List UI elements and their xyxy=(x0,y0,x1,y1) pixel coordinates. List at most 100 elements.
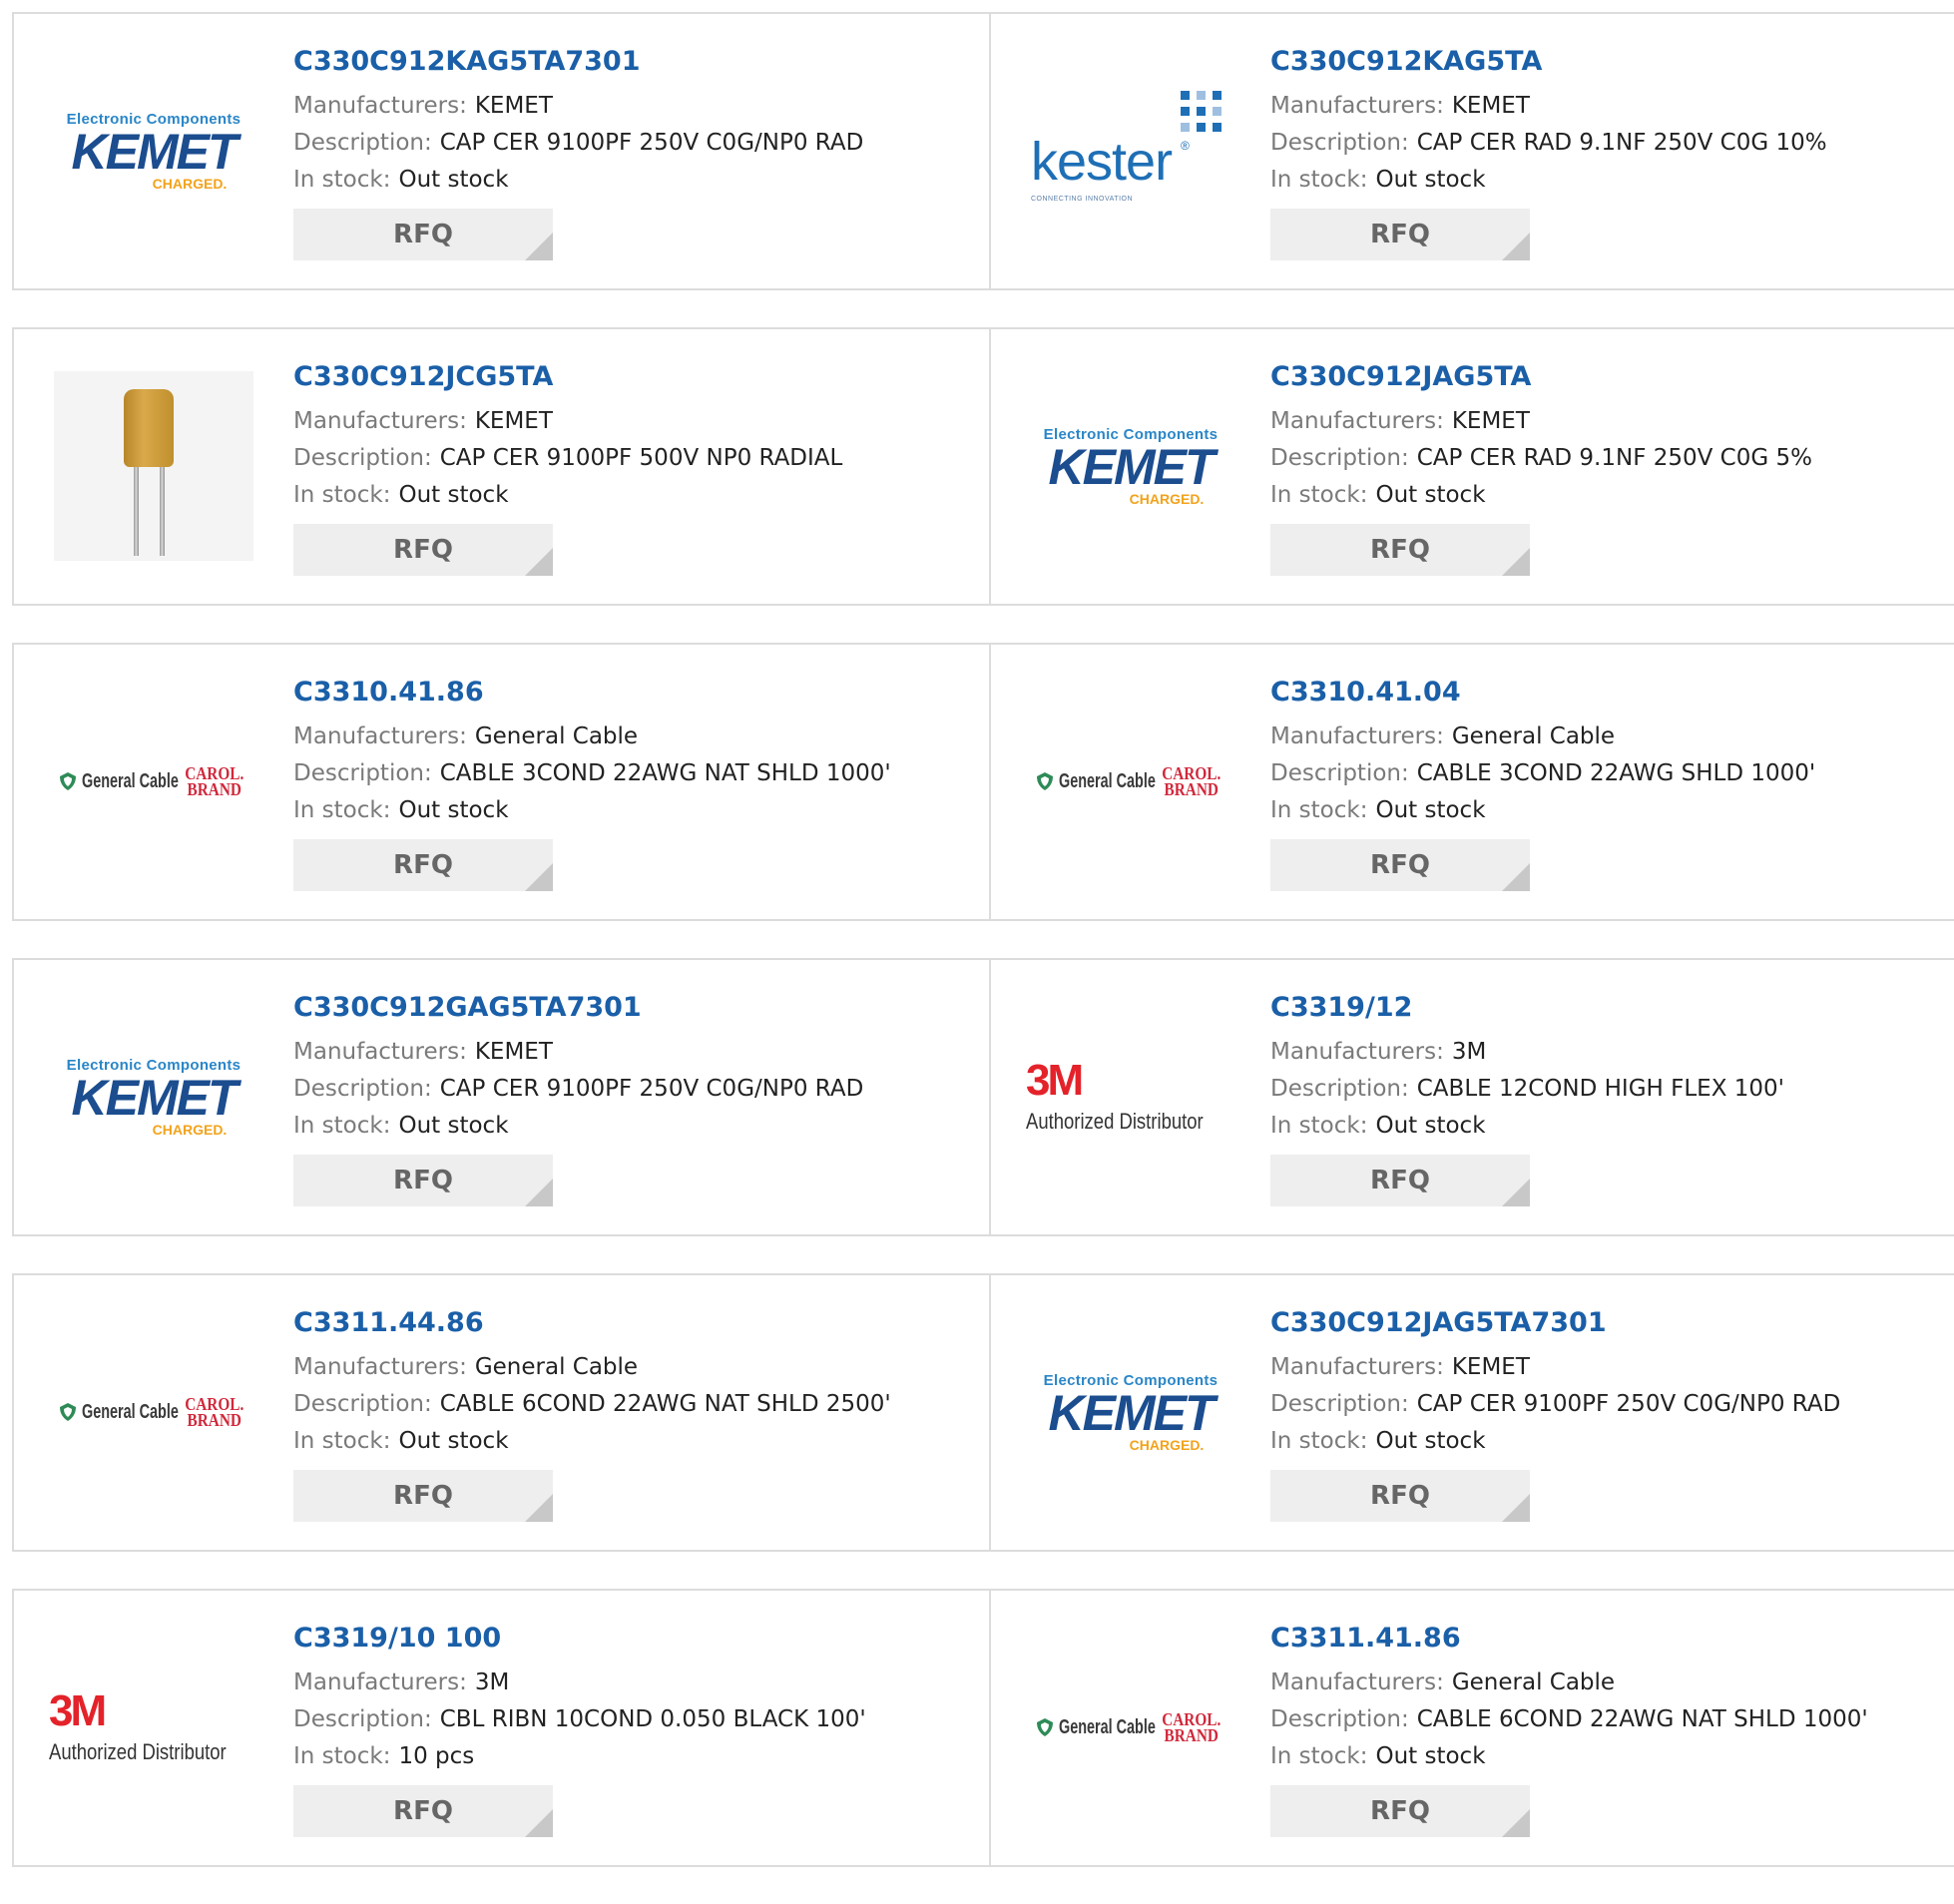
rfq-button[interactable]: RFQ xyxy=(1270,1470,1530,1522)
3m-wordmark: 3M xyxy=(1026,1056,1084,1105)
part-number-link[interactable]: C3310.41.04 xyxy=(1270,675,1815,711)
product-card: Electronic Components KEMET CHARGED. C33… xyxy=(989,1275,1954,1550)
stock-value: Out stock xyxy=(398,1428,509,1454)
rfq-button[interactable]: RFQ xyxy=(1270,839,1530,891)
general-cable-shield-icon xyxy=(60,772,77,790)
part-number-link[interactable]: C3319/10 100 xyxy=(293,1621,866,1657)
description-label: Description: xyxy=(293,1391,432,1417)
product-card: Electronic Components KEMET CHARGED. C33… xyxy=(14,14,989,288)
in-stock-label: In stock: xyxy=(293,797,391,823)
rfq-button[interactable]: RFQ xyxy=(293,1785,553,1837)
general-cable-shield-icon xyxy=(60,1403,77,1421)
stock-value: Out stock xyxy=(398,167,509,193)
rfq-label: RFQ xyxy=(393,1796,453,1826)
kemet-wordmark: KEMET xyxy=(1048,438,1216,495)
general-cable-logo: General Cable CAROL. BRAND xyxy=(1026,1633,1235,1822)
description-value: CAP CER 9100PF 250V C0G/NP0 RAD xyxy=(439,130,864,156)
rfq-label: RFQ xyxy=(1370,850,1430,880)
general-cable-logo: General Cable CAROL. BRAND xyxy=(49,1317,258,1507)
corner-triangle-icon xyxy=(525,1494,553,1522)
description-label: Description: xyxy=(1270,445,1409,471)
rfq-button[interactable]: RFQ xyxy=(293,839,553,891)
manufacturers-label: Manufacturers: xyxy=(1270,1669,1444,1695)
description-label: Description: xyxy=(1270,1391,1409,1417)
rfq-label: RFQ xyxy=(393,1481,453,1511)
product-card: General Cable CAROL. BRAND C3311.41.86 Ma… xyxy=(989,1591,1954,1865)
part-number-link[interactable]: C330C912JCG5TA xyxy=(293,359,842,395)
manufacturers-label: Manufacturers: xyxy=(293,1354,467,1380)
rfq-button[interactable]: RFQ xyxy=(1270,209,1530,260)
rfq-label: RFQ xyxy=(1370,1481,1430,1511)
in-stock-label: In stock: xyxy=(1270,482,1368,508)
corner-triangle-icon xyxy=(525,863,553,891)
rfq-label: RFQ xyxy=(1370,1796,1430,1826)
manufacturers-label: Manufacturers: xyxy=(1270,1039,1444,1065)
authorized-distributor-text: Authorized Distributor xyxy=(49,1739,227,1764)
product-row: Electronic Components KEMET CHARGED. C33… xyxy=(12,12,1954,290)
corner-triangle-icon xyxy=(525,1809,553,1837)
corner-triangle-icon xyxy=(525,233,553,260)
capacitor-photo xyxy=(49,371,258,561)
description-label: Description: xyxy=(293,445,432,471)
part-number-link[interactable]: C330C912KAG5TA xyxy=(1270,44,1827,80)
description-value: CAP CER 9100PF 250V C0G/NP0 RAD xyxy=(439,1076,864,1102)
product-card: kester ® CONNECTING INNOVATION C330C912K… xyxy=(989,14,1954,288)
stock-value: Out stock xyxy=(398,797,509,823)
in-stock-label: In stock: xyxy=(293,1113,391,1139)
manufacturer-value: General Cable xyxy=(474,1354,639,1380)
corner-triangle-icon xyxy=(1502,863,1530,891)
description-value: CBL RIBN 10COND 0.050 BLACK 100' xyxy=(439,1706,866,1732)
part-number-link[interactable]: C330C912JAG5TA7301 xyxy=(1270,1305,1840,1341)
part-number-link[interactable]: C330C912KAG5TA7301 xyxy=(293,44,863,80)
rfq-button[interactable]: RFQ xyxy=(1270,1785,1530,1837)
general-cable-wordmark: General Cable xyxy=(1059,1715,1157,1738)
kemet-logo: Electronic Components KEMET CHARGED. xyxy=(49,1002,258,1191)
authorized-distributor-text: Authorized Distributor xyxy=(1026,1109,1204,1134)
product-row: 3M Authorized Distributor C3319/10 100 M… xyxy=(12,1589,1954,1867)
part-number-link[interactable]: C330C912GAG5TA7301 xyxy=(293,990,863,1026)
rfq-button[interactable]: RFQ xyxy=(293,524,553,576)
part-number-link[interactable]: C3310.41.86 xyxy=(293,675,891,711)
product-card: 3M Authorized Distributor C3319/12 Manuf… xyxy=(989,960,1954,1234)
3m-logo: 3M Authorized Distributor xyxy=(49,1633,258,1822)
kemet-wordmark: KEMET xyxy=(71,1069,239,1126)
rfq-button[interactable]: RFQ xyxy=(1270,1155,1530,1206)
rfq-button[interactable]: RFQ xyxy=(293,209,553,260)
manufacturer-value: 3M xyxy=(1451,1039,1487,1065)
rfq-button[interactable]: RFQ xyxy=(1270,524,1530,576)
manufacturer-value: General Cable xyxy=(1451,1669,1616,1695)
3m-logo: 3M Authorized Distributor xyxy=(1026,1002,1235,1191)
rfq-label: RFQ xyxy=(393,220,453,249)
description-label: Description: xyxy=(293,1706,432,1732)
description-label: Description: xyxy=(293,130,432,156)
rfq-label: RFQ xyxy=(1370,535,1430,565)
manufacturer-value: KEMET xyxy=(474,408,553,434)
product-card: General Cable CAROL. BRAND C3311.44.86 Ma… xyxy=(14,1275,989,1550)
rfq-button[interactable]: RFQ xyxy=(293,1470,553,1522)
manufacturers-label: Manufacturers: xyxy=(293,1669,467,1695)
manufacturers-label: Manufacturers: xyxy=(1270,408,1444,434)
general-cable-logo: General Cable CAROL. BRAND xyxy=(1026,687,1235,876)
manufacturer-value: KEMET xyxy=(474,93,553,119)
description-value: CABLE 3COND 22AWG SHLD 1000' xyxy=(1416,760,1816,786)
part-number-link[interactable]: C3319/12 xyxy=(1270,990,1784,1026)
rfq-label: RFQ xyxy=(393,535,453,565)
product-card: General Cable CAROL. BRAND C3310.41.04 Ma… xyxy=(989,645,1954,919)
manufacturers-label: Manufacturers: xyxy=(293,93,467,119)
in-stock-label: In stock: xyxy=(293,482,391,508)
general-cable-shield-icon xyxy=(1037,1718,1054,1736)
rfq-button[interactable]: RFQ xyxy=(293,1155,553,1206)
brand-text: BRAND xyxy=(1164,1725,1220,1745)
product-row: C330C912JCG5TA Manufacturers: KEMET Descr… xyxy=(12,327,1954,606)
part-number-link[interactable]: C3311.41.86 xyxy=(1270,1621,1868,1657)
in-stock-label: In stock: xyxy=(1270,1113,1368,1139)
kemet-logo: Electronic Components KEMET CHARGED. xyxy=(1026,371,1235,561)
product-card: Electronic Components KEMET CHARGED. C33… xyxy=(989,329,1954,604)
part-number-link[interactable]: C330C912JAG5TA xyxy=(1270,359,1812,395)
product-card: Electronic Components KEMET CHARGED. C33… xyxy=(14,960,989,1234)
corner-triangle-icon xyxy=(1502,233,1530,260)
manufacturer-value: KEMET xyxy=(1451,408,1530,434)
kester-tagline: CONNECTING INNOVATION xyxy=(1031,196,1134,203)
part-number-link[interactable]: C3311.44.86 xyxy=(293,1305,891,1341)
general-cable-wordmark: General Cable xyxy=(1059,769,1157,792)
